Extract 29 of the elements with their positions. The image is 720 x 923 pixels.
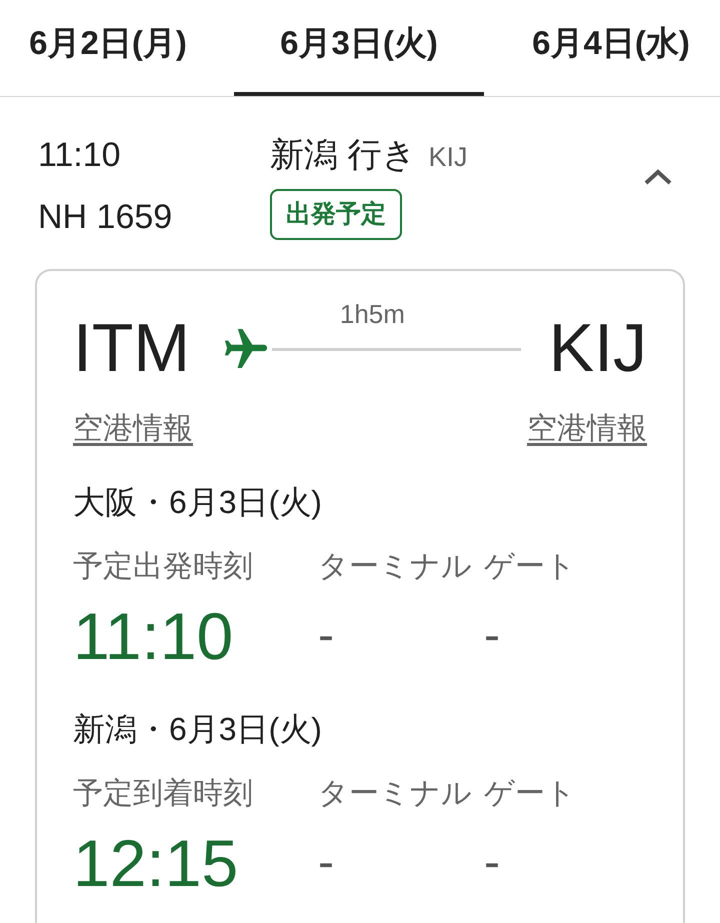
chevron-up-icon <box>644 169 672 186</box>
status-badge: 出発予定 <box>270 189 402 240</box>
time-label: 予定到着時刻 <box>73 776 253 812</box>
flight-duration: 1h5m <box>340 299 405 329</box>
terminal-label: ターミナル <box>318 549 472 585</box>
date-tab[interactable]: 6月2日(月) <box>0 0 234 96</box>
city-date: 新潟・6月3日(火) <box>73 710 323 749</box>
origin-airport-code: ITM <box>73 314 190 382</box>
destination-airport-code: KIJ <box>548 314 647 382</box>
date-tab[interactable]: 6月4日(水) <box>484 0 720 96</box>
terminal-value: - <box>318 608 334 664</box>
terminal-label: ターミナル <box>318 776 472 812</box>
destination-code: KIJ <box>428 141 468 174</box>
terminal-value: - <box>318 835 334 891</box>
flight-number: NH 1659 <box>38 197 174 238</box>
gate-label: ゲート <box>484 549 576 585</box>
airport-info-link[interactable]: 空港情報 <box>73 409 193 449</box>
scheduled-time: 12:15 <box>73 828 238 898</box>
airplane-icon <box>224 329 268 369</box>
date-tab[interactable]: 6月3日(火) <box>234 0 484 96</box>
gate-label: ゲート <box>484 776 576 812</box>
departure-time: 11:10 <box>38 135 122 176</box>
gate-value: - <box>484 608 500 664</box>
city-date: 大阪・6月3日(火) <box>73 483 323 522</box>
time-label: 予定出発時刻 <box>73 549 253 585</box>
scheduled-time: 11:10 <box>73 601 234 671</box>
destination-name: 新潟 行き <box>270 135 416 176</box>
airport-info-link[interactable]: 空港情報 <box>527 409 647 449</box>
gate-value: - <box>484 835 500 891</box>
